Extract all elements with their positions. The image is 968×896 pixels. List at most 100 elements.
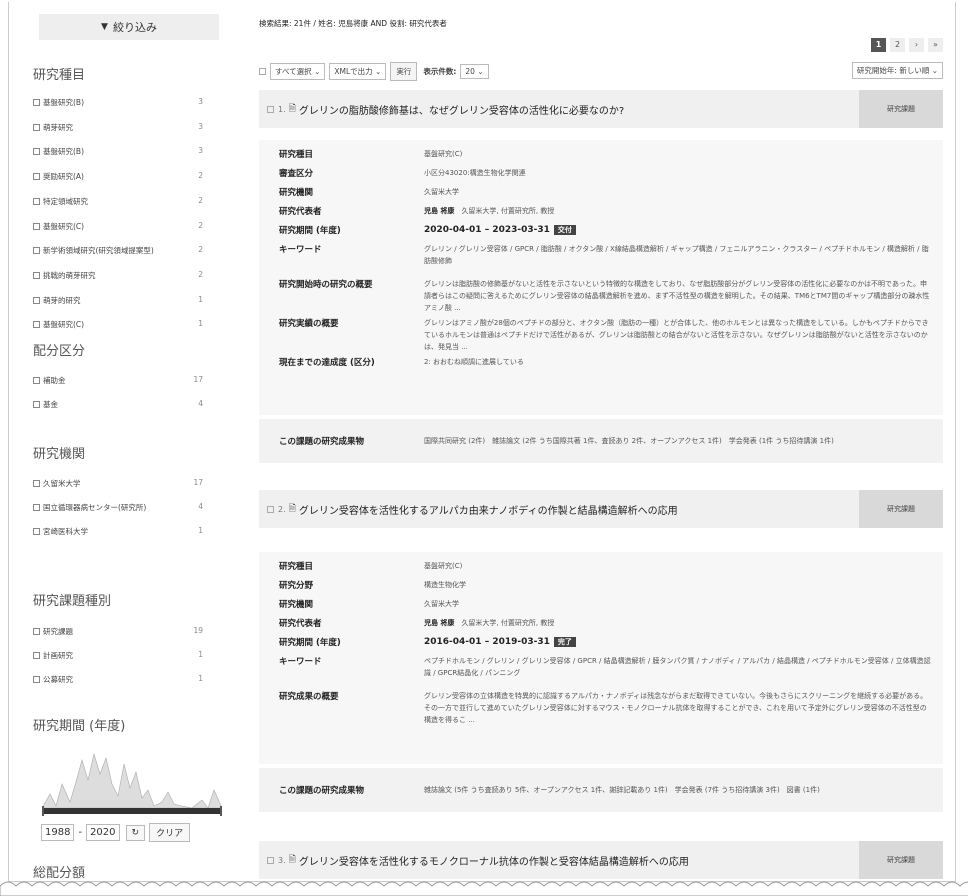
filter-checkbox[interactable]	[33, 173, 40, 181]
filter-count: 2	[198, 245, 203, 255]
pi-name-link[interactable]: 児島 将康	[424, 207, 454, 215]
filter-checkbox[interactable]	[33, 321, 40, 329]
detail-key: 研究分野	[279, 581, 314, 591]
filter-checkbox[interactable]	[33, 197, 40, 205]
detail-row: 研究開始時の研究の概要 グレリンは脂肪酸の修飾基がないと活性を示さないという特徴的…	[279, 278, 931, 317]
page-2-button[interactable]: 2	[890, 38, 905, 52]
result-checkbox[interactable]	[267, 505, 274, 513]
filter-item[interactable]: 久留米大学 17	[33, 478, 203, 489]
result-title-link[interactable]: グレリン受容体を活性化するアルパカ由来ナノボディの作製と結晶構造解析への応用	[299, 502, 678, 517]
filter-checkbox[interactable]	[33, 271, 40, 279]
detail-value: グレリンは脂肪酸の修飾基がないと活性を示さないという特徴的な構造をしており、なぜ…	[424, 280, 930, 312]
filter-item[interactable]: 基盤研究(B) 3	[33, 97, 203, 108]
filter-checkbox[interactable]	[33, 377, 40, 384]
detail-key: 研究機関	[279, 188, 314, 198]
filter-checkbox[interactable]	[33, 148, 40, 156]
detail-value: 小区分43020:構造生物化学関連	[424, 169, 526, 177]
result-number: 1.	[278, 104, 286, 114]
range-to-input[interactable]: 2020	[86, 824, 120, 841]
filter-checkbox[interactable]	[33, 222, 40, 230]
period-histogram[interactable]	[42, 744, 222, 818]
detail-value: 基盤研究(C)	[424, 150, 463, 158]
filter-item[interactable]: 国立循環器病センター(研究所) 4	[33, 502, 203, 513]
page-1-button[interactable]: 1	[871, 38, 886, 52]
detail-row: 研究期間 (年度) 2020-04-01 – 2023-03-31 交付	[279, 224, 931, 243]
filter-label: 計画研究	[43, 651, 73, 660]
filter-checkbox[interactable]	[33, 528, 40, 535]
filter-item[interactable]: 奨励研究(A) 2	[33, 171, 203, 182]
filter-item[interactable]: 基盤研究(B) 3	[33, 146, 203, 157]
result-checkbox[interactable]	[267, 856, 274, 864]
filter-checkbox[interactable]	[33, 480, 40, 487]
detail-row: 研究実績の概要 グレリンはアミノ酸が28個のペプチドの部分と、オクタン酸（脂肪の一…	[279, 317, 931, 356]
refresh-icon[interactable]: ↻	[125, 824, 146, 841]
filter-toggle-button[interactable]: ▼ 絞り込み	[39, 14, 219, 40]
filter-label: 補助金	[43, 376, 66, 385]
result-title-link[interactable]: グレリン受容体を活性化するモノクローナル抗体の作製と受容体結晶構造解析への応用	[299, 853, 689, 868]
outcome-value[interactable]: 国際共同研究 (2件) 雑誌論文 (2件 うち国際共著 1件、査読あり 2件、オ…	[424, 436, 834, 446]
execute-button[interactable]: 実行	[390, 62, 418, 81]
filter-checkbox[interactable]	[33, 676, 40, 683]
filter-checkbox[interactable]	[33, 652, 40, 659]
filter-checkbox[interactable]	[33, 99, 40, 106]
filter-checkbox[interactable]	[33, 296, 40, 304]
filter-item[interactable]: 新学術領域研究(研究領域提案型) 2	[33, 245, 203, 256]
filter-count: 1	[198, 526, 203, 535]
filter-item[interactable]: 研究課題 19	[33, 626, 203, 637]
next-page-button[interactable]: ›	[909, 38, 924, 52]
export-dropdown[interactable]: XMLで出力 ⌄	[329, 63, 387, 80]
filter-item[interactable]: 萌芽研究 3	[33, 122, 203, 133]
select-all-dropdown[interactable]: すべて選択 ⌄	[270, 63, 326, 80]
filter-item[interactable]: 基金 4	[33, 399, 203, 410]
last-page-button[interactable]: »	[928, 38, 943, 52]
detail-key: キーワード	[279, 245, 322, 255]
filter-item[interactable]: 計画研究 1	[33, 650, 203, 661]
filter-item[interactable]: 特定領域研究 2	[33, 196, 203, 207]
detail-row: 研究代表者 児島 将康 久留米大学, 付置研究所, 教授	[279, 617, 931, 636]
research-outcomes-row: この課題の研究成果物 雑誌論文 (5件 うち査読あり 5件、オープンアクセス 1件…	[259, 768, 943, 812]
range-handle-right	[220, 806, 222, 816]
pi-name-link[interactable]: 児島 将康	[424, 619, 454, 627]
period-range: 1988 - 2020 ↻ クリア	[41, 823, 191, 842]
filter-count: 3	[198, 146, 203, 156]
result-number: 2.	[278, 504, 286, 514]
torn-edge	[0, 881, 968, 896]
filter-label: 萌芽的研究	[43, 295, 81, 305]
filter-label: 国立循環器病センター(研究所)	[43, 503, 147, 512]
page-frame: ▼ 絞り込み 研究種目 基盤研究(B) 3 萌芽研究 3 基盤研究(B) 3 奨励研究(A)…	[8, 2, 956, 882]
detail-row: 研究種目 基盤研究(C)	[279, 560, 931, 579]
per-page-dropdown[interactable]: 20 ⌄	[460, 64, 489, 79]
filter-item[interactable]: 宮崎医科大学 1	[33, 526, 203, 537]
filter-label: 奨励研究(A)	[43, 172, 84, 182]
range-from-input[interactable]: 1988	[41, 824, 75, 841]
filter-count: 1	[198, 319, 203, 329]
detail-row: 審査区分 小区分43020:構造生物化学関連	[279, 167, 931, 186]
detail-row: 研究期間 (年度) 2016-04-01 – 2019-03-31 完了	[279, 636, 931, 655]
result-header: 2. 🗎 グレリン受容体を活性化するアルパカ由来ナノボディの作製と結晶構造解析への応…	[259, 490, 943, 528]
filter-item[interactable]: 萌芽的研究 1	[33, 295, 203, 306]
pagination: 1 2 › »	[871, 38, 943, 52]
filter-checkbox[interactable]	[33, 123, 40, 131]
filter-label: 研究課題	[43, 627, 73, 636]
filter-item[interactable]: 基盤研究(C) 2	[33, 221, 203, 232]
filter-item[interactable]: 補助金 17	[33, 375, 203, 386]
filter-item[interactable]: 基盤研究(C) 1	[33, 319, 203, 330]
filter-item[interactable]: 公募研究 1	[33, 674, 203, 685]
filter-count: 1	[198, 650, 203, 659]
filter-checkbox[interactable]	[33, 628, 40, 635]
result-details: 研究種目 基盤研究(C) 研究分野 構造生物化学 研究機関 久留米大学 研究代表者 児島 将康…	[259, 552, 943, 764]
filter-checkbox[interactable]	[33, 504, 40, 511]
result-type-tag: 研究課題	[859, 490, 943, 528]
filter-item[interactable]: 挑戦的萌芽研究 2	[33, 270, 203, 281]
filter-checkbox[interactable]	[33, 247, 40, 255]
filter-checkbox[interactable]	[33, 401, 40, 408]
detail-value: グレリン / グレリン受容体 / GPCR / 脂肪酸 / オクタン酸 / X線…	[424, 245, 929, 265]
outcome-value[interactable]: 雑誌論文 (5件 うち査読あり 5件、オープンアクセス 1件、謝辞記載あり 1件…	[424, 785, 820, 795]
select-all-checkbox[interactable]	[259, 68, 266, 75]
sort-dropdown[interactable]: 研究開始年: 新しい順 ⌄	[851, 62, 943, 79]
clear-button[interactable]: クリア	[149, 823, 191, 842]
filter-label: 基盤研究(B)	[43, 98, 84, 107]
result-title-link[interactable]: グレリンの脂肪酸修飾基は、なぜグレリン受容体の活性化に必要なのか?	[299, 102, 624, 117]
result-checkbox[interactable]	[267, 105, 274, 113]
per-page-label: 表示件数:	[423, 67, 457, 76]
